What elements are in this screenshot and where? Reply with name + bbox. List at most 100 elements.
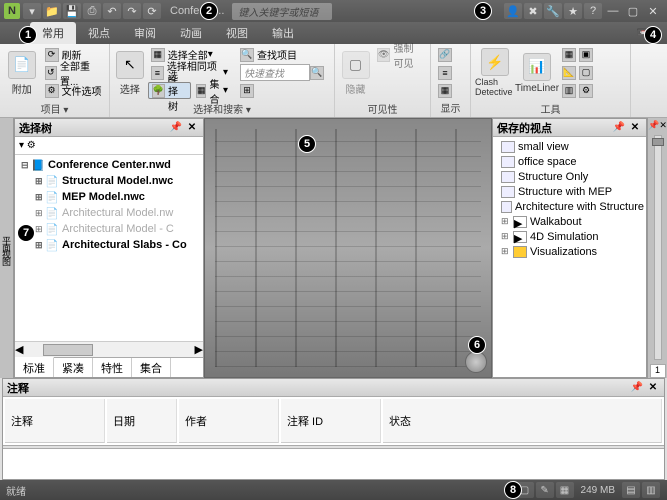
quick-search-input[interactable]: 快速查找🔍	[237, 64, 330, 81]
qat-new-icon[interactable]: ▾	[23, 3, 41, 19]
group-visibility-label: 可见性	[339, 100, 426, 117]
close-icon[interactable]: ✕	[644, 3, 662, 19]
help-search-input[interactable]: 键入关键字或短语	[232, 3, 332, 20]
tab-review[interactable]: 审阅	[122, 22, 168, 44]
qat-open-icon[interactable]: 📁	[43, 3, 61, 19]
right-dock: 📌✕ 1	[647, 118, 667, 378]
callout-5: 5	[298, 135, 316, 153]
col-date[interactable]: 日期	[107, 399, 177, 443]
qat-undo-icon[interactable]: ↶	[103, 3, 121, 19]
minimize-icon[interactable]: —	[604, 3, 622, 19]
group-tools-label: 工具	[475, 100, 626, 117]
callout-8: 8	[504, 481, 522, 499]
panel-close-icon[interactable]: ✕	[185, 121, 199, 135]
tool-3-icon[interactable]: ▥⚙	[559, 82, 599, 99]
infocenter-icon[interactable]: 👤	[504, 3, 522, 19]
tree-tab-standard[interactable]: 标准	[15, 357, 54, 377]
col-id[interactable]: 注释 ID	[281, 399, 381, 443]
slider-pin-icon[interactable]: 📌✕	[648, 120, 667, 131]
force-visible-button[interactable]: 👁强制可见	[374, 46, 426, 63]
col-comment[interactable]: 注释	[5, 399, 105, 443]
saved-viewpoints-panel: 保存的视点 📌 ✕ small view office space Struct…	[492, 118, 647, 378]
comments-title: 注释	[7, 380, 29, 396]
slider-value[interactable]: 1	[650, 364, 666, 378]
keys-icon[interactable]: 🔧	[544, 3, 562, 19]
selection-tree-button[interactable]: 🌳选择树	[148, 82, 191, 99]
left-dock-tab[interactable]: 平面视图	[0, 118, 14, 378]
tab-animation[interactable]: 动画	[168, 22, 214, 44]
tool-1-icon[interactable]: ▦▣	[559, 46, 599, 63]
status-bar: 就绪 ▢ ✎ ▦ 249 MB ▤ ▥	[0, 480, 667, 500]
tool-2-icon[interactable]: 📐▢	[559, 64, 599, 81]
maximize-icon[interactable]: ▢	[624, 3, 642, 19]
comments-preview	[3, 449, 664, 479]
exchange-icon[interactable]: ✖	[524, 3, 542, 19]
callout-3: 3	[474, 2, 492, 20]
file-options-button[interactable]: ⚙文件选项	[42, 82, 105, 99]
clash-icon: ⚡	[481, 48, 509, 76]
select-button[interactable]: ↖ 选择	[114, 46, 146, 100]
tab-output[interactable]: 输出	[260, 22, 306, 44]
sets-button[interactable]: ▦集合 ▾	[193, 82, 231, 99]
qat-print-icon[interactable]: ⎙	[83, 3, 101, 19]
reset-all-button[interactable]: ↺全部重置...	[42, 64, 105, 81]
status-text: 就绪	[6, 483, 26, 498]
tree-tab-compact[interactable]: 紧凑	[54, 358, 93, 377]
sb-icon-5[interactable]: ▥	[642, 482, 660, 498]
sb-icon-2[interactable]: ✎	[536, 482, 554, 498]
selection-tree-panel: 选择树 📌 ✕ ▾ ⚙ ⊟📘Conference Center.nwd ⊞📄St…	[14, 118, 204, 378]
app-logo-icon[interactable]: N	[4, 3, 20, 19]
ribbon-tabs: 常用 视点 审阅 动画 视图 输出 📼 ▾	[0, 22, 667, 44]
clash-button[interactable]: ⚡ Clash Detective	[475, 46, 515, 100]
help-icon[interactable]: ?	[584, 3, 602, 19]
col-status[interactable]: 状态	[383, 399, 662, 443]
qat-redo-icon[interactable]: ↷	[123, 3, 141, 19]
comments-table[interactable]: 注释 日期 作者 注释 ID 状态	[3, 397, 664, 445]
col-author[interactable]: 作者	[179, 399, 279, 443]
3d-viewport[interactable]	[204, 118, 492, 378]
hide-button[interactable]: ▢ 隐藏	[339, 46, 372, 100]
timeliner-button[interactable]: 📊 TimeLiner	[517, 46, 557, 100]
panel-pin-icon[interactable]: 📌	[169, 121, 183, 135]
group-display-label: 显示	[435, 99, 466, 116]
tab-viewpoint[interactable]: 视点	[76, 22, 122, 44]
views-pin-icon[interactable]: 📌	[612, 121, 626, 135]
ribbon: 📄 附加 ⟳刷新 ↺全部重置... ⚙文件选项 项目 ▾ ↖ 选择 ▦选择全部 …	[0, 44, 667, 118]
tree-toolbar: ▾ ⚙	[15, 137, 203, 155]
append-button[interactable]: 📄 附加	[4, 46, 40, 100]
views-close-icon[interactable]: ✕	[628, 121, 642, 135]
callout-7: 7	[17, 224, 35, 242]
tab-view[interactable]: 视图	[214, 22, 260, 44]
comments-panel: 注释 📌 ✕ 注释 日期 作者 注释 ID 状态	[2, 378, 665, 480]
comments-pin-icon[interactable]: 📌	[630, 381, 644, 395]
star-icon[interactable]: ★	[564, 3, 582, 19]
saved-views-list[interactable]: small view office space Structure Only S…	[493, 137, 646, 377]
tree-panel-title: 选择树	[19, 120, 52, 136]
timeliner-icon: 📊	[523, 53, 551, 81]
tilt-slider[interactable]	[654, 135, 662, 360]
callout-2: 2	[200, 2, 218, 20]
search-more-icon[interactable]: ⊞	[237, 82, 330, 99]
display-more-icon[interactable]: ▦	[435, 82, 458, 99]
callout-1: 1	[19, 26, 37, 44]
append-icon: 📄	[8, 51, 36, 79]
saved-views-title: 保存的视点	[497, 120, 552, 136]
comments-close-icon[interactable]: ✕	[646, 381, 660, 395]
find-items-button[interactable]: 🔍查找项目	[237, 46, 330, 63]
qat-refresh-icon[interactable]: ⟳	[143, 3, 161, 19]
tree-hscroll[interactable]: ◀▶	[15, 341, 203, 357]
cursor-icon: ↖	[116, 51, 144, 79]
sb-icon-3[interactable]: ▦	[556, 482, 574, 498]
sb-icon-4[interactable]: ▤	[622, 482, 640, 498]
display-props-icon[interactable]: ≡	[435, 64, 458, 81]
tree-body[interactable]: ⊟📘Conference Center.nwd ⊞📄Structural Mod…	[15, 155, 203, 341]
title-bar: N ▾ 📁 💾 ⎙ ↶ ↷ ⟳ Conferen... 键入关键字或短语 👤 ✖…	[0, 0, 667, 22]
hide-icon: ▢	[342, 51, 370, 79]
callout-4: 4	[644, 26, 662, 44]
tree-tab-sets[interactable]: 集合	[132, 358, 171, 377]
group-select-label: 选择和搜索 ▾	[114, 100, 330, 117]
steering-wheel-icon[interactable]	[465, 351, 487, 373]
tree-tab-properties[interactable]: 特性	[93, 358, 132, 377]
qat-save-icon[interactable]: 💾	[63, 3, 81, 19]
display-links-icon[interactable]: 🔗	[435, 46, 458, 63]
